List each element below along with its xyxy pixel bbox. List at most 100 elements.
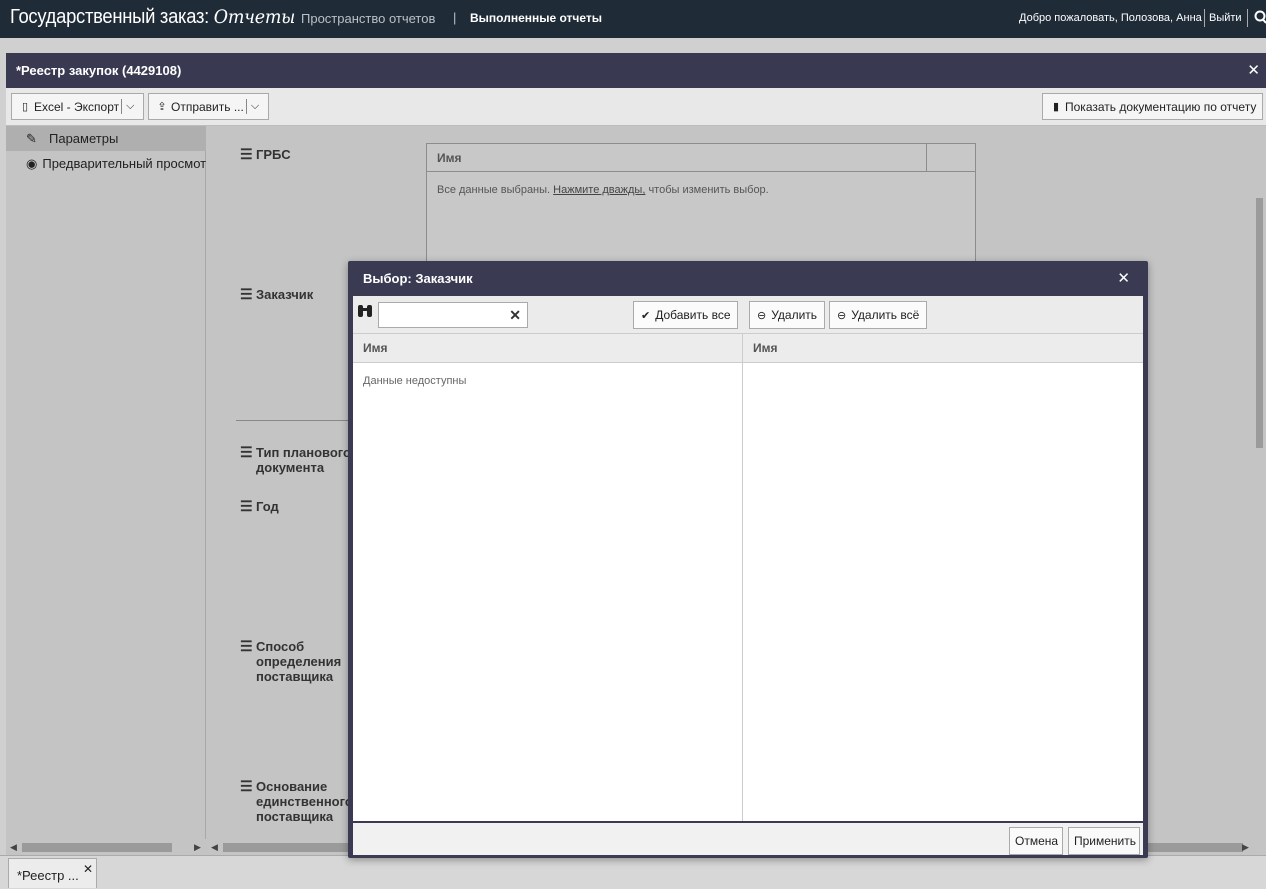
excel-export-button[interactable]: ▯ Excel - Экспорт ⌵ <box>11 93 144 120</box>
excel-export-label: Excel - Экспорт <box>34 99 120 114</box>
sidebar-hscrollbar[interactable]: ◀ ▶ <box>6 839 206 855</box>
upload-icon: ⇪ <box>157 101 167 113</box>
report-toolbar: ▯ Excel - Экспорт ⌵ ⇪ Отправить ... ⌵ ▮ … <box>6 88 1266 126</box>
menu-icon[interactable]: ☰ <box>240 779 253 794</box>
chevron-down-icon[interactable]: ⌵ <box>245 99 263 114</box>
remove-all-label: Удалить всё <box>851 308 920 322</box>
param-customer: ☰ Заказчик <box>240 287 314 303</box>
param-funding-year: ☰ Год финансирования <box>240 499 352 515</box>
divider <box>1204 9 1205 27</box>
sidebar: ✎ Параметры ◉ Предварительный просмотр <box>6 126 206 855</box>
dialog-toolbar: ✕ ✔ Добавить все ⊖ Удалить ⊖ Удалить всё <box>353 296 1143 334</box>
tab-label: *Реестр ... <box>17 868 79 883</box>
arrow-left-icon[interactable]: ◀ <box>10 842 17 853</box>
window-title: *Реестр закупок (4429108) <box>16 63 182 78</box>
dialog-title: Выбор: Заказчик <box>363 271 473 286</box>
tab-report[interactable]: *Реестр ... ✕ <box>8 858 97 888</box>
menu-icon[interactable]: ☰ <box>240 287 253 302</box>
dialog-body: ✕ ✔ Добавить все ⊖ Удалить ⊖ Удалить всё… <box>353 296 1143 821</box>
top-bar: Государственный заказ: Отчеты Пространст… <box>0 0 1266 38</box>
sidebar-item-label: Предварительный просмотр <box>42 156 206 171</box>
edit-icon: ✎ <box>26 130 37 146</box>
double-click-link[interactable]: Нажмите дважды, <box>553 184 645 196</box>
nav-completed-reports[interactable]: Выполненные отчеты <box>470 11 602 25</box>
check-icon: ✔ <box>641 309 651 322</box>
cancel-label: Отмена <box>1015 834 1059 848</box>
apply-button[interactable]: Применить <box>1068 827 1140 855</box>
available-list[interactable]: Имя Данные недоступны <box>353 334 743 821</box>
arrow-right-icon[interactable]: ▶ <box>1242 842 1249 853</box>
param-label: Заказчик <box>256 287 314 302</box>
clear-search-icon[interactable]: ✕ <box>509 307 521 324</box>
dialog-footer: Отмена Применить <box>353 821 1143 855</box>
send-label: Отправить ... <box>171 99 244 114</box>
brand-main: Государственный заказ: <box>10 6 209 28</box>
param-label: Способ определения поставщика <box>256 639 342 684</box>
close-icon[interactable]: ✕ <box>1247 61 1260 79</box>
bottom-tab-bar: *Реестр ... ✕ <box>0 855 1266 889</box>
divider <box>236 420 356 421</box>
sidebar-item-preview[interactable]: ◉ Предварительный просмотр <box>6 151 206 176</box>
search-icon[interactable] <box>1253 10 1266 24</box>
param-label: Тип планового документа <box>256 445 351 475</box>
scroll-thumb[interactable] <box>1256 198 1263 448</box>
logout-link[interactable]: Выйти <box>1209 12 1242 24</box>
selected-list[interactable]: Имя <box>743 334 1143 821</box>
param-label: Год финансирования <box>256 499 352 515</box>
close-icon[interactable]: ✕ <box>1117 269 1130 287</box>
book-icon: ▮ <box>1052 101 1060 113</box>
remove-button[interactable]: ⊖ Удалить <box>749 301 825 329</box>
table-header: Имя <box>427 144 975 172</box>
grbs-selection-table[interactable]: Имя Все данные выбраны. Нажмите дважды, … <box>426 143 976 273</box>
column-header-name: Имя <box>743 334 1143 363</box>
arrow-right-icon[interactable]: ▶ <box>194 842 201 853</box>
sidebar-item-parameters[interactable]: ✎ Параметры <box>6 126 206 151</box>
nav-separator: | <box>453 10 457 25</box>
menu-icon[interactable]: ☰ <box>240 445 253 460</box>
send-button[interactable]: ⇪ Отправить ... ⌵ <box>148 93 269 120</box>
brand-sub: Отчеты <box>213 6 296 28</box>
sidebar-item-label: Параметры <box>49 131 119 146</box>
show-docs-label: Показать документацию по отчету <box>1065 99 1257 114</box>
param-label: ГРБС <box>256 147 291 162</box>
remove-all-button[interactable]: ⊖ Удалить всё <box>829 301 927 329</box>
content-vscrollbar[interactable] <box>1252 126 1266 855</box>
scroll-thumb[interactable] <box>22 843 172 852</box>
param-label: Основание единственного поставщика <box>256 779 353 824</box>
menu-icon[interactable]: ☰ <box>240 147 253 162</box>
param-grbs: ☰ ГРБС <box>240 147 291 163</box>
column-header-name: Имя <box>427 144 927 171</box>
add-all-label: Добавить все <box>655 308 731 322</box>
cancel-button[interactable]: Отмена <box>1009 827 1063 855</box>
arrow-left-icon[interactable]: ◀ <box>211 842 218 853</box>
selection-note: Все данные выбраны. Нажмите дважды, чтоб… <box>427 172 975 208</box>
menu-icon[interactable]: ☰ <box>240 639 253 654</box>
close-icon[interactable]: ✕ <box>83 862 93 876</box>
column-header-name: Имя <box>353 334 742 363</box>
search-field[interactable]: ✕ <box>378 302 528 328</box>
chevron-down-icon[interactable]: ⌵ <box>121 99 138 114</box>
add-all-button[interactable]: ✔ Добавить все <box>633 301 738 329</box>
nav-reports-space[interactable]: Пространство отчетов <box>301 11 435 26</box>
select-customer-dialog: Выбор: Заказчик ✕ ✕ ✔ Добавить все ⊖ Уда… <box>348 261 1148 858</box>
note-suffix: чтобы изменить выбор. <box>648 184 769 196</box>
excel-file-icon: ▯ <box>21 101 29 113</box>
remove-label: Удалить <box>771 308 818 322</box>
param-supplier-method: ☰ Способ определения поставщика <box>240 639 352 685</box>
binoculars-icon <box>358 305 372 317</box>
show-docs-button[interactable]: ▮ Показать документацию по отчету <box>1042 93 1263 120</box>
app-logo[interactable]: Государственный заказ: Отчеты <box>10 6 295 29</box>
apply-label: Применить <box>1074 834 1137 848</box>
minus-circle-icon: ⊖ <box>757 309 767 322</box>
welcome-text: Добро пожаловать, Полозова, Анна <box>1019 12 1202 24</box>
menu-icon[interactable]: ☰ <box>240 499 253 514</box>
param-single-supplier-basis: ☰ Основание единственного поставщика <box>240 779 353 825</box>
search-input[interactable] <box>382 304 502 326</box>
divider <box>1247 9 1248 27</box>
eye-icon: ◉ <box>26 155 38 171</box>
param-plan-doc-type: ☰ Тип планового документа <box>240 445 352 476</box>
minus-circle-icon: ⊖ <box>837 309 847 322</box>
empty-message: Данные недоступны <box>363 375 467 387</box>
note-prefix: Все данные выбраны. <box>437 184 551 196</box>
window-titlebar: *Реестр закупок (4429108) ✕ <box>6 53 1266 88</box>
